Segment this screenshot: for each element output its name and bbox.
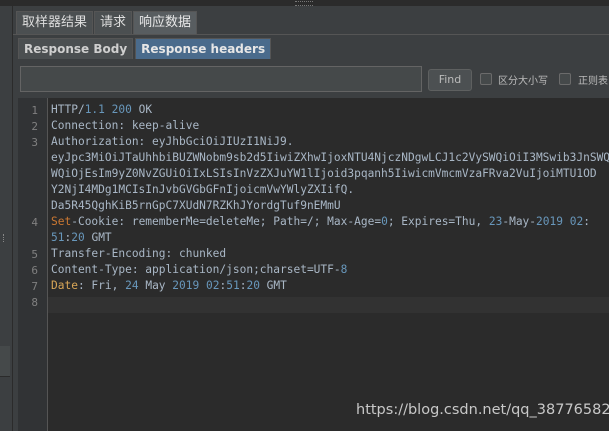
line-number: 7 [31, 280, 38, 293]
line-number: 1 [31, 104, 38, 117]
header-line-set-cookie: Set-Cookie: rememberMe=deleteMe; Path=/;… [51, 215, 590, 228]
regex-label: 正则表 [578, 76, 608, 87]
header-line-transfer-encoding: Transfer-Encoding: chunked [51, 247, 227, 260]
tab-divider [13, 34, 609, 35]
headers-text-area[interactable]: 1 2 3 4 5 6 7 8 HTTP/1.1 200 OK Connecti… [18, 98, 609, 431]
result-tabs: 取样器结果 请求 响应数据 [16, 11, 198, 35]
header-line-date: Date: Fri, 24 May 2019 02:51:20 GMT [51, 279, 287, 292]
find-button[interactable]: Find [428, 69, 472, 91]
header-line-authorization-wrap: Y2NjI4MDg1MCIsInJvbGVGbGFnIjoicmVwYWlyZX… [51, 183, 355, 196]
left-panel-edge [0, 346, 10, 377]
tab-response-body[interactable]: Response Body [18, 38, 134, 59]
header-line-authorization-wrap: eyJpc3MiOiJTaUhhbiBUZWNobm9sb2d5IiwiZXhw… [51, 151, 609, 164]
tab-response-data[interactable]: 响应数据 [133, 11, 198, 34]
header-line-authorization: Authorization: eyJhbGciOiJIUzI1NiJ9. [51, 135, 294, 148]
header-line-status: HTTP/1.1 200 OK [51, 103, 153, 116]
left-splitter[interactable] [0, 6, 13, 431]
line-number: 4 [31, 216, 38, 229]
line-number: 2 [31, 120, 38, 133]
line-number: 6 [31, 264, 38, 277]
header-line-set-cookie-wrap: 51:20 GMT [51, 231, 112, 244]
case-sensitive-checkbox[interactable] [480, 73, 492, 85]
header-line-connection: Connection: keep-alive [51, 119, 200, 132]
watermark: https://blog.csdn.net/qq_38776582 [356, 402, 609, 418]
line-number-gutter: 1 2 3 4 5 6 7 8 [18, 98, 48, 431]
tab-sampler-result[interactable]: 取样器结果 [16, 11, 94, 34]
header-line-content-type: Content-Type: application/json;charset=U… [51, 263, 348, 276]
line-number: 3 [31, 136, 38, 149]
search-input[interactable] [20, 66, 422, 92]
response-panel: 取样器结果 请求 响应数据 Response Body Response hea… [13, 6, 609, 431]
case-sensitive-label: 区分大小写 [498, 76, 548, 87]
search-bar: Find 区分大小写 正则表 [18, 64, 609, 98]
line-number: 5 [31, 248, 38, 261]
grip-icon [3, 234, 9, 242]
tab-request[interactable]: 请求 [94, 11, 133, 34]
header-line-authorization-wrap: Da5R45QghKiB5rnGpC7XUdN7RZKhJYordgTuf9nE… [51, 199, 341, 212]
tab-response-headers[interactable]: Response headers [135, 38, 272, 59]
header-line-authorization-wrap: WQiOjEsIm9yZ0NvZGUiOiIxLSIsInVzZXJuYW1lI… [51, 167, 597, 180]
response-subtabs: Response Body Response headers [18, 38, 273, 60]
code-content: HTTP/1.1 200 OK Connection: keep-alive A… [51, 98, 609, 431]
line-number: 8 [31, 296, 38, 309]
regex-checkbox[interactable] [559, 73, 571, 85]
